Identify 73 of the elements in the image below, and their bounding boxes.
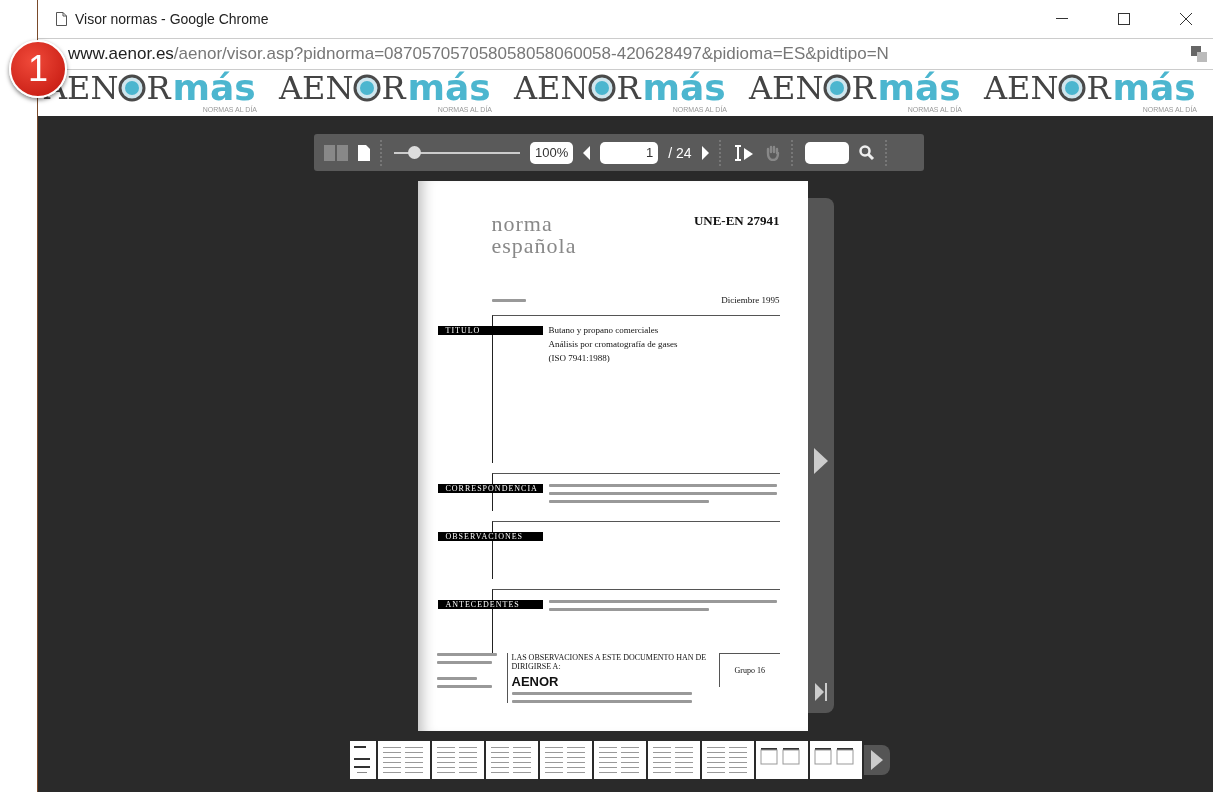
document-date: Diciembre 1995 [721, 295, 780, 305]
standard-code: UNE-EN 27941 [693, 213, 780, 230]
next-thumbnails-button[interactable] [864, 745, 890, 775]
next-page-button[interactable] [813, 448, 828, 474]
page-thumbnail-drawing [651, 744, 695, 776]
close-icon[interactable] [1180, 13, 1192, 25]
translate-icon[interactable] [1191, 46, 1207, 62]
title-line: (ISO 7941:1988) [548, 354, 611, 363]
page-thumbnail-drawing [705, 744, 749, 776]
page-thumbnail[interactable] [702, 741, 754, 779]
page-thumbnail-drawing [597, 744, 641, 776]
globe-icon [353, 74, 382, 102]
page-total: / 24 [668, 144, 692, 161]
globe-icon [118, 74, 147, 102]
section-label: ANTECEDENTES [437, 600, 543, 609]
page-thumbnail[interactable] [810, 741, 862, 779]
page-thumbnail-drawing [381, 744, 425, 776]
page-thumbnail[interactable] [540, 741, 592, 779]
last-page-button[interactable] [814, 683, 827, 701]
page-thumbnail[interactable] [486, 741, 538, 779]
logo-accent-text: más [1112, 70, 1196, 106]
minimize-icon[interactable] [1056, 18, 1068, 20]
page-thumbnail-drawing [489, 744, 533, 776]
blurred-text-drawing [491, 298, 526, 302]
page-thumbnail-drawing [435, 744, 479, 776]
logo-text: R [851, 72, 876, 104]
globe-icon [588, 74, 617, 102]
search-field[interactable] [804, 141, 849, 164]
page-number-field[interactable]: 1 [600, 141, 659, 164]
footer-notice: LAS OBSERVACIONES A ESTE DOCUMENTO HAN DE DIRIGIRSE A: [511, 653, 708, 671]
globe-icon [1058, 74, 1087, 102]
page-thumbnail[interactable] [378, 741, 430, 779]
title-line: Análisis por cromatografía de gases [548, 340, 679, 349]
price-group: Grupo 16 [734, 666, 766, 675]
logo-accent-text: más [172, 70, 256, 106]
next-page-icon[interactable] [701, 145, 709, 160]
logo-accent-text: más [407, 70, 491, 106]
organization-name: AENOR [511, 674, 560, 689]
single-page-view-button[interactable] [358, 144, 370, 161]
page-thumbnail-drawing [353, 744, 373, 776]
logo-accent-text: más [642, 70, 726, 106]
page-thumbnail[interactable] [594, 741, 646, 779]
logo-text: AEN [984, 72, 1059, 104]
logo-text: AEN [514, 72, 589, 104]
blurred-text-drawing [436, 653, 497, 688]
page-thumbnail[interactable] [648, 741, 700, 779]
previous-page-icon[interactable] [583, 145, 591, 160]
page-thumbnail[interactable] [432, 741, 484, 779]
maximize-icon[interactable] [1118, 13, 1130, 25]
page-thumbnail[interactable] [350, 741, 376, 779]
document-heading: norma española [491, 213, 577, 257]
logo-text: AEN [279, 72, 354, 104]
logo-text: R [146, 72, 171, 104]
page-thumbnail-drawing [543, 744, 587, 776]
logo-text: R [381, 72, 406, 104]
window-title: Visor normas - Google Chrome [75, 11, 270, 27]
globe-icon [823, 74, 852, 102]
logo-text: R [1086, 72, 1111, 104]
logo-text: AEN [749, 72, 824, 104]
zoom-slider-thumb[interactable] [408, 145, 422, 159]
logo-text: R [616, 72, 641, 104]
next-icon[interactable] [871, 750, 883, 770]
section-label: OBSERVACIONES [437, 531, 543, 541]
logo-accent-text: más [877, 70, 961, 106]
section-label: TITULO [437, 326, 543, 335]
title-line: Butano y propano comerciales [548, 326, 660, 335]
address-bar-url[interactable]: www.aenor.es/aenor/visor.asp?pidnorma=087057057058058058060058-420628497&pidioma=ES&pidtipo=N [68, 44, 1191, 64]
search-icon[interactable] [858, 144, 875, 161]
section-label: CORRESPONDENCIA [437, 483, 543, 493]
text-select-tool-button[interactable] [732, 144, 755, 161]
page-icon [56, 12, 67, 26]
zoom-field[interactable]: 100% [530, 141, 574, 164]
page-thumbnail[interactable] [756, 741, 808, 779]
